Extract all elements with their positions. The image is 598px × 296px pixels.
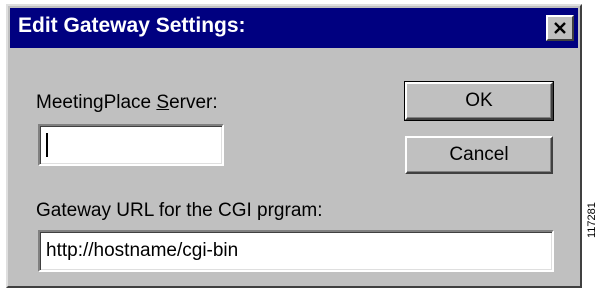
server-label-accelerator: S: [156, 92, 170, 113]
meetingplace-server-input[interactable]: [38, 124, 224, 166]
text-caret: [46, 133, 48, 157]
meetingplace-server-label: MeetingPlace Server:: [36, 92, 218, 114]
cancel-button-label: Cancel: [449, 144, 509, 165]
server-label-text-rest: erver:: [169, 92, 218, 113]
edit-gateway-settings-dialog: Edit Gateway Settings: MeetingPlace Serv…: [6, 4, 582, 288]
gateway-url-value: http://hostname/cgi-bin: [46, 240, 239, 261]
cancel-button[interactable]: Cancel: [405, 136, 553, 174]
server-label-text: MeetingPlace: [36, 92, 157, 113]
gateway-url-input[interactable]: http://hostname/cgi-bin: [38, 230, 554, 272]
figure-id-label: 117281: [586, 202, 598, 238]
dialog-title: Edit Gateway Settings:: [18, 14, 246, 37]
ok-button-label: OK: [465, 90, 493, 111]
title-bar: Edit Gateway Settings:: [10, 8, 578, 48]
gateway-url-label: Gateway URL for the CGI prgram:: [36, 200, 323, 221]
close-button[interactable]: [546, 15, 574, 41]
ok-button[interactable]: OK: [404, 81, 554, 121]
close-icon: [554, 22, 566, 34]
